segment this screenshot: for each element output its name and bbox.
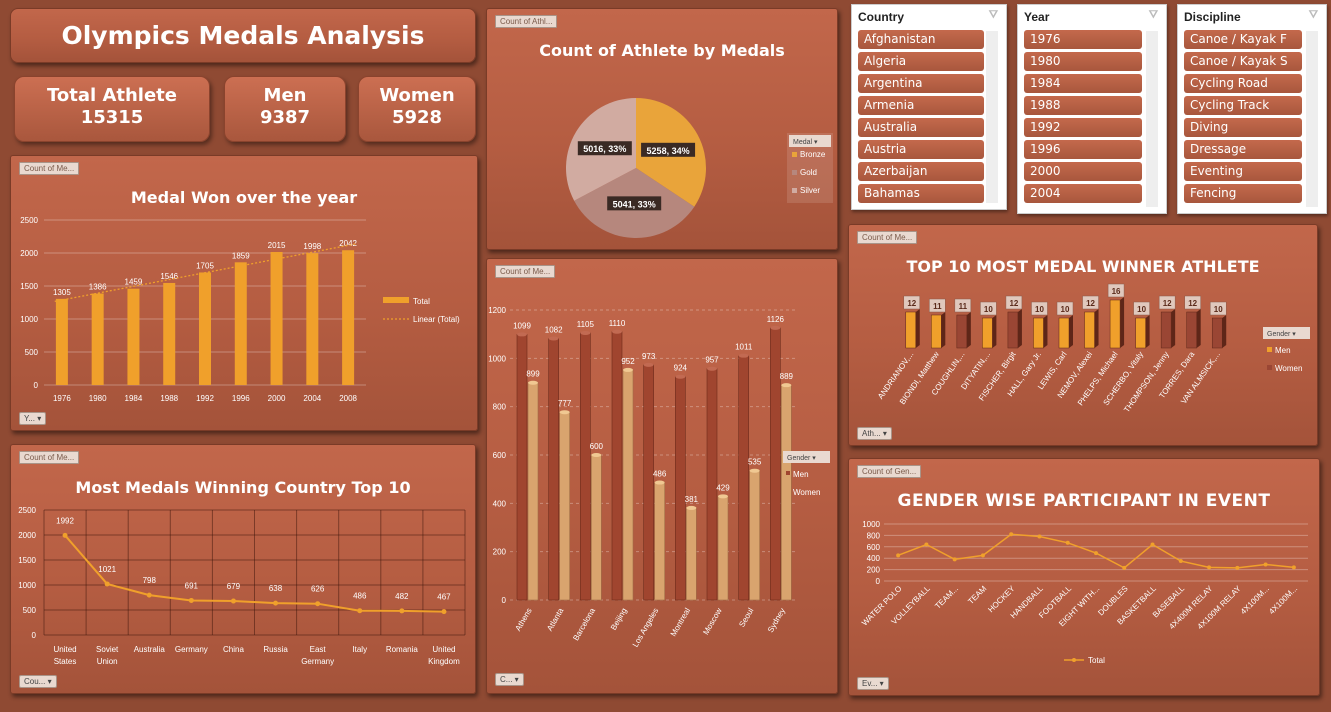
- country-slicer[interactable]: Country ⛛ Afghanistan Algeria Argentina A…: [851, 4, 1007, 210]
- top-athlete-panel: Count of Me... TOP 10 MOST MEDAL WINNER …: [848, 224, 1318, 446]
- field-tag[interactable]: Count of Gen...: [857, 465, 922, 478]
- field-tag[interactable]: Count of Me...: [19, 451, 80, 464]
- slicer-item[interactable]: Cycling Track: [1184, 96, 1302, 115]
- page-title: Olympics Medals Analysis: [61, 21, 425, 50]
- scrollbar[interactable]: [986, 31, 998, 203]
- kpi-men: Men 9387: [224, 76, 346, 142]
- field-tag[interactable]: Count of Me...: [19, 162, 80, 175]
- slicer-item[interactable]: 1988: [1024, 96, 1142, 115]
- discipline-slicer[interactable]: Discipline ⛛ Canoe / Kayak F Canoe / Kaya…: [1177, 4, 1327, 214]
- medal-year-panel: Count of Me... Medal Won over the year Y…: [10, 155, 478, 431]
- scrollbar[interactable]: [1306, 31, 1318, 207]
- slicer-item[interactable]: Argentina: [858, 74, 984, 93]
- slicer-item[interactable]: 1992: [1024, 118, 1142, 137]
- slicer-item[interactable]: Canoe / Kayak F: [1184, 30, 1302, 49]
- slicer-item[interactable]: Cycling Road: [1184, 74, 1302, 93]
- kpi-total-value: 15315: [80, 107, 144, 128]
- chart-title: Most Medals Winning Country Top 10: [75, 478, 411, 497]
- field-tag[interactable]: Count of Me...: [857, 231, 918, 244]
- slicer-item[interactable]: Fencing: [1184, 184, 1302, 203]
- kpi-women-label: Women: [379, 85, 455, 106]
- slicer-item[interactable]: 2000: [1024, 162, 1142, 181]
- scrollbar[interactable]: [1146, 31, 1158, 207]
- slicer-title: Year ⛛: [1024, 9, 1158, 24]
- kpi-men-value: 9387: [259, 107, 311, 128]
- slicer-items: Afghanistan Algeria Argentina Armenia Au…: [852, 30, 1006, 203]
- slicer-item[interactable]: 2004: [1024, 184, 1142, 203]
- slicer-item[interactable]: Algeria: [858, 52, 984, 71]
- kpi-women: Women 5928: [358, 76, 476, 142]
- slicer-items: 1976 1980 1984 1988 1992 1996 2000 2004: [1018, 30, 1166, 203]
- chart-title: TOP 10 MOST MEDAL WINNER ATHLETE: [906, 257, 1260, 276]
- chart-title: GENDER WISE PARTICIPANT IN EVENT: [897, 491, 1271, 511]
- slicer-item[interactable]: Azerbaijan: [858, 162, 984, 181]
- slicer-item[interactable]: Armenia: [858, 96, 984, 115]
- slicer-item[interactable]: 1996: [1024, 140, 1142, 159]
- athlete-dropdown[interactable]: Ath...: [857, 427, 892, 440]
- chart-title: Medal Won over the year: [130, 188, 358, 207]
- field-tag[interactable]: Count of Athl...: [495, 15, 558, 28]
- clear-filter-icon[interactable]: ⛛: [1149, 9, 1158, 22]
- year-slicer[interactable]: Year ⛛ 1976 1980 1984 1988 1992 1996 2000…: [1017, 4, 1167, 214]
- kpi-men-label: Men: [263, 85, 307, 106]
- kpi-total-athlete: Total Athlete 15315: [14, 76, 210, 142]
- slicer-item[interactable]: Bahamas: [858, 184, 984, 203]
- slicer-items: Canoe / Kayak F Canoe / Kayak S Cycling …: [1178, 30, 1326, 203]
- slicer-title: Discipline ⛛: [1184, 9, 1318, 24]
- kpi-total-label: Total Athlete: [47, 85, 177, 106]
- city-panel: Count of Me... C...: [486, 258, 838, 694]
- title-panel: Olympics Medals Analysis: [10, 8, 476, 63]
- country-dropdown[interactable]: Cou...: [19, 675, 57, 688]
- slicer-item[interactable]: Canoe / Kayak S: [1184, 52, 1302, 71]
- chart-title: Count of Athlete by Medals: [539, 41, 785, 60]
- slicer-title: Country ⛛: [858, 9, 998, 24]
- gender-event-panel: Count of Gen... GENDER WISE PARTICIPANT …: [848, 458, 1320, 696]
- slicer-item[interactable]: 1976: [1024, 30, 1142, 49]
- medal-pie-panel: Count of Athl... Count of Athlete by Med…: [486, 8, 838, 250]
- slicer-item[interactable]: Australia: [858, 118, 984, 137]
- year-dropdown[interactable]: Y...: [19, 412, 47, 425]
- slicer-item[interactable]: Dressage: [1184, 140, 1302, 159]
- slicer-item[interactable]: Austria: [858, 140, 984, 159]
- clear-filter-icon[interactable]: ⛛: [989, 9, 998, 22]
- clear-filter-icon[interactable]: ⛛: [1309, 9, 1318, 22]
- kpi-women-value: 5928: [391, 107, 443, 128]
- city-dropdown[interactable]: C...: [495, 673, 524, 686]
- field-tag[interactable]: Count of Me...: [495, 265, 556, 278]
- top-country-panel: Count of Me... Most Medals Winning Count…: [10, 444, 476, 694]
- event-dropdown[interactable]: Ev...: [857, 677, 889, 690]
- slicer-item[interactable]: 1980: [1024, 52, 1142, 71]
- slicer-item[interactable]: Eventing: [1184, 162, 1302, 181]
- slicer-item[interactable]: Diving: [1184, 118, 1302, 137]
- slicer-item[interactable]: 1984: [1024, 74, 1142, 93]
- slicer-item[interactable]: Afghanistan: [858, 30, 984, 49]
